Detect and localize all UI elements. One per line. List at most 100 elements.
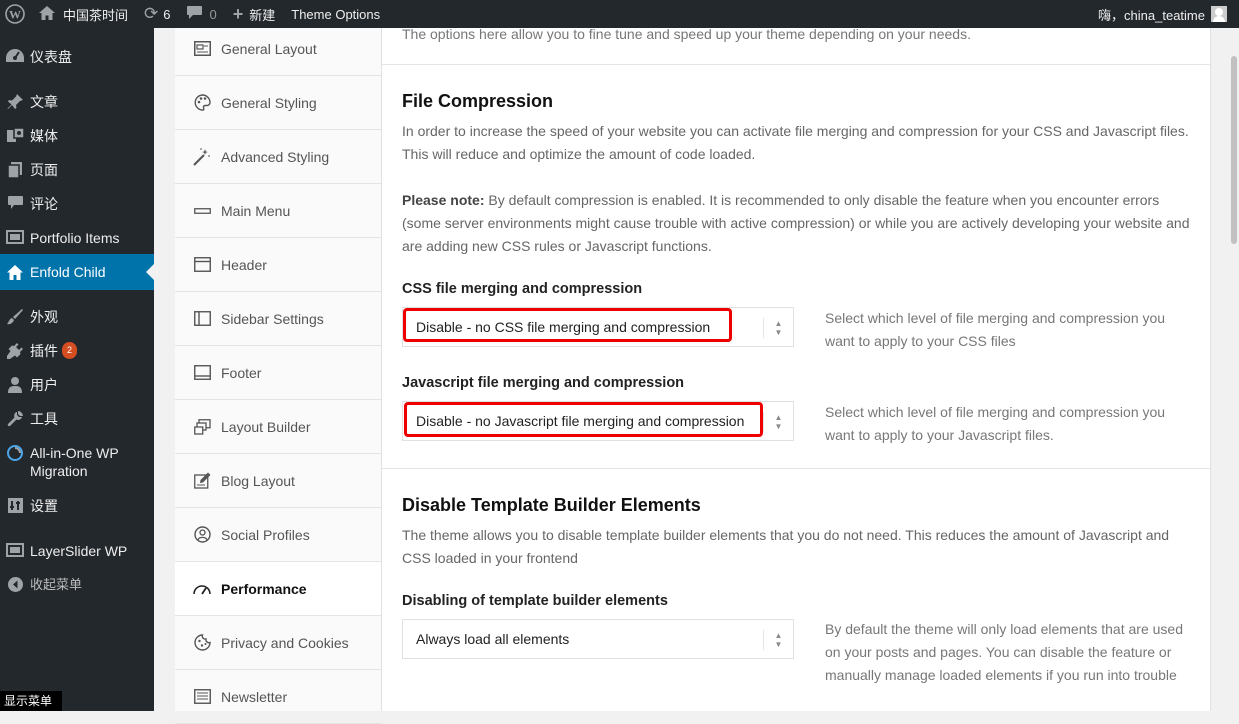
menu-item-dashboard[interactable]: 仪表盘 <box>0 48 154 66</box>
tab-general-layout[interactable]: General Layout <box>175 22 381 76</box>
menu-item-plugins[interactable]: 插件 2 <box>0 342 154 360</box>
section-divider <box>382 64 1210 65</box>
menu-item-comments[interactable]: 评论 <box>0 195 154 213</box>
magic-wand-icon <box>192 147 212 167</box>
pin-icon <box>0 94 30 110</box>
theme-options-link[interactable]: Theme Options <box>283 0 388 28</box>
home-icon <box>0 264 30 280</box>
wrench-icon <box>0 411 30 427</box>
user-icon <box>0 377 30 393</box>
page-scrollbar[interactable] <box>1229 28 1239 711</box>
menu-item-settings[interactable]: 设置 <box>0 497 154 515</box>
template-builder-select[interactable]: Always load all elements ▲ ▼ <box>402 619 794 659</box>
updates-count: 6 <box>163 6 171 22</box>
media-icon <box>0 128 30 144</box>
palette-icon <box>192 93 212 113</box>
plugin-icon <box>0 343 30 359</box>
speedometer-icon <box>192 579 212 599</box>
menu-item-users[interactable]: 用户 <box>0 376 154 394</box>
select-arrows-icon: ▲ ▼ <box>763 412 793 432</box>
css-select-highlight <box>403 308 732 342</box>
my-account[interactable]: 嗨，china_teatime <box>1098 0 1239 28</box>
plugin-update-badge: 2 <box>62 342 78 359</box>
layers-icon <box>0 543 30 557</box>
cookie-icon <box>192 633 212 653</box>
admin-menu: 仪表盘 文章 媒体 页面 评论 Portfolio Items Enfold C… <box>0 28 154 711</box>
template-builder-description-side: By default the theme will only load elem… <box>825 621 1183 683</box>
site-name: 中国茶时间 <box>63 7 129 23</box>
settings-icon <box>0 498 30 513</box>
new-label: 新建 <box>249 7 276 23</box>
tab-social-profiles[interactable]: Social Profiles <box>175 508 381 562</box>
menu-item-collapse[interactable]: 收起菜单 <box>0 576 154 594</box>
collapse-icon <box>0 577 30 592</box>
tab-blog-layout[interactable]: Blog Layout <box>175 454 381 508</box>
updates-link[interactable]: ⟳ 6 <box>136 0 178 28</box>
options-content: The options here allow you to fine tune … <box>382 26 1211 711</box>
refresh-icon: ⟳ <box>144 4 159 23</box>
menu-bar-icon <box>192 201 212 221</box>
tab-general-styling[interactable]: General Styling <box>175 76 381 130</box>
header-icon <box>192 255 212 275</box>
tab-layout-builder[interactable]: Layout Builder <box>175 400 381 454</box>
migration-icon <box>0 445 30 461</box>
menu-item-appearance[interactable]: 外观 <box>0 308 154 326</box>
tab-advanced-styling[interactable]: Advanced Styling <box>175 130 381 184</box>
template-builder-value: Always load all elements <box>416 631 570 647</box>
menu-item-layerslider-wp[interactable]: LayerSlider WP <box>0 542 154 560</box>
brush-icon <box>0 309 30 325</box>
template-builder-description: The theme allows you to disable template… <box>402 527 1170 566</box>
template-builder-label: Disabling of template builder elements <box>402 593 668 609</box>
menu-item-pages[interactable]: 页面 <box>0 161 154 179</box>
portfolio-icon <box>0 230 30 244</box>
theme-options-tabs: General Layout General Styling Advanced … <box>175 28 382 724</box>
css-compression-description: Select which level of file merging and c… <box>825 310 1166 349</box>
comments-link[interactable]: 0 <box>179 0 225 28</box>
svg-text:W: W <box>9 8 21 22</box>
dashboard-icon <box>0 49 30 63</box>
admin-bar: W 中国茶时间 ⟳ 6 0 + 新建 Theme Options 嗨，china… <box>0 0 1239 28</box>
new-content-link[interactable]: + 新建 <box>225 0 284 28</box>
home-icon <box>39 5 55 23</box>
footer-icon <box>192 363 212 383</box>
edit-icon <box>192 471 212 491</box>
tab-footer[interactable]: Footer <box>175 346 381 400</box>
comment-icon <box>186 6 202 22</box>
tab-sidebar-settings[interactable]: Sidebar Settings <box>175 292 381 346</box>
js-select-highlight <box>404 402 763 437</box>
wordpress-logo-icon[interactable]: W <box>0 0 31 28</box>
tab-newsletter[interactable]: Newsletter <box>175 670 381 724</box>
menu-item-portfolio-items[interactable]: Portfolio Items <box>0 229 154 247</box>
tab-performance[interactable]: Performance <box>175 562 381 616</box>
plus-icon: + <box>232 3 244 24</box>
sidebar-icon <box>192 309 212 329</box>
social-icon <box>192 525 212 545</box>
file-compression-note: Please note: By default compression is e… <box>402 192 1190 254</box>
layout-icon <box>192 39 212 59</box>
tab-header[interactable]: Header <box>175 238 381 292</box>
file-compression-description: In order to increase the speed of your w… <box>402 123 1189 162</box>
css-compression-label: CSS file merging and compression <box>402 281 643 297</box>
select-arrows-icon: ▲ ▼ <box>763 318 793 338</box>
show-menu-button[interactable]: 显示菜单 <box>0 691 62 711</box>
tab-main-menu[interactable]: Main Menu <box>175 184 381 238</box>
page-icon <box>0 162 30 178</box>
comments-count: 0 <box>209 6 217 22</box>
menu-item-posts[interactable]: 文章 <box>0 93 154 111</box>
scrollbar-thumb[interactable] <box>1231 56 1237 244</box>
site-name-link[interactable]: 中国茶时间 <box>31 0 136 28</box>
menu-item-tools[interactable]: 工具 <box>0 410 154 428</box>
avatar <box>1211 6 1227 22</box>
menu-item-all-in-one-wp-migration[interactable]: All-in-One WP Migration <box>0 444 154 480</box>
menu-item-enfold-child[interactable]: Enfold Child <box>0 254 154 290</box>
select-arrows-icon: ▲ ▼ <box>763 630 793 650</box>
greeting: 嗨，china_teatime <box>1098 7 1205 23</box>
comment-icon <box>0 196 30 210</box>
layout-builder-icon <box>192 417 212 437</box>
js-compression-label: Javascript file merging and compression <box>402 375 685 391</box>
js-compression-description: Select which level of file merging and c… <box>825 404 1166 443</box>
file-compression-title: File Compression <box>402 91 554 111</box>
menu-item-media[interactable]: 媒体 <box>0 127 154 145</box>
template-builder-title: Disable Template Builder Elements <box>402 495 701 515</box>
tab-privacy-and-cookies[interactable]: Privacy and Cookies <box>175 616 381 670</box>
